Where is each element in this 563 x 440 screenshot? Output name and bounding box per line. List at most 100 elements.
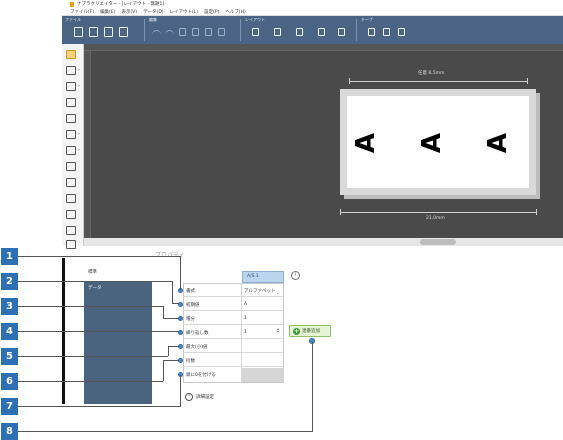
repeat-count-field[interactable]: 1 — [244, 330, 247, 335]
nav-item-standard[interactable]: 標準 — [88, 269, 97, 275]
callout-line — [18, 431, 313, 432]
dimension-line-top — [349, 81, 527, 82]
delete-icon[interactable] — [218, 28, 225, 36]
callout-line — [18, 256, 181, 257]
plus-icon: + — [293, 327, 300, 335]
save-icon[interactable] — [104, 27, 113, 37]
max-min-label: 最大(小)値 — [186, 345, 208, 350]
horizontal-scrollbar[interactable] — [84, 238, 563, 246]
callout-line — [163, 360, 179, 361]
group-icon[interactable] — [318, 28, 325, 36]
barcode-tool-icon[interactable] — [66, 146, 76, 155]
copy-icon[interactable] — [192, 28, 199, 36]
digits-label: 桁数 — [186, 359, 195, 364]
grid-row — [183, 354, 284, 367]
info-icon[interactable]: i — [291, 271, 300, 280]
ribbon-group-edit: 編集 — [146, 16, 240, 44]
tool-palette: › › › › — [62, 44, 84, 249]
text-tool-icon[interactable] — [66, 66, 76, 75]
callout-line — [18, 381, 163, 382]
ribbon-group-file: ファイル — [62, 16, 144, 44]
title-bar: ナブラクリエイター - [レイアウト - 無題1] — [62, 0, 563, 8]
callout-line — [172, 303, 179, 304]
rotate-icon[interactable] — [296, 28, 303, 36]
callout-badge-6: 6 — [1, 373, 18, 390]
initial-value-field[interactable]: A — [244, 302, 247, 307]
ruler-vertical — [84, 51, 91, 238]
table-tool-icon[interactable] — [66, 194, 76, 203]
print-icon[interactable] — [119, 27, 128, 37]
dimension-tick — [340, 209, 341, 215]
numbering-object[interactable]: A — [351, 133, 381, 153]
redo-icon[interactable] — [165, 30, 174, 36]
shape-tool-icon[interactable] — [66, 240, 76, 249]
callout-badge-1: 1 — [1, 248, 18, 265]
property-nav — [84, 262, 152, 404]
callout-line — [18, 331, 179, 332]
undo-icon[interactable] — [152, 30, 161, 36]
tape-length-icon[interactable] — [368, 28, 375, 36]
nav-item-data[interactable]: データ — [88, 285, 102, 291]
dimension-tick — [349, 78, 350, 84]
callout-badge-7: 7 — [1, 398, 18, 415]
increment-field[interactable]: 1 — [244, 316, 247, 321]
repeat-count-label: 繰り返し数 — [186, 331, 209, 336]
spin-stepper-icon[interactable]: ▴ ▾ — [277, 327, 279, 334]
field-tool-icon[interactable] — [66, 226, 76, 235]
frame-tool-icon[interactable] — [66, 130, 76, 139]
open-folder-icon[interactable] — [89, 27, 98, 37]
ruler-horizontal — [84, 44, 563, 51]
increment-label: 増分 — [186, 317, 195, 322]
menu-layout[interactable]: レイアウト(L) — [170, 9, 199, 15]
menu-file[interactable]: ファイル(F) — [70, 9, 94, 15]
qr-tool-icon[interactable] — [66, 162, 76, 171]
paste-icon[interactable] — [205, 28, 212, 36]
callout-badge-8: 8 — [1, 423, 18, 440]
dimension-tick — [527, 78, 528, 84]
dimension-line-bottom — [340, 212, 536, 213]
format-select[interactable]: アルファベット — [244, 288, 275, 294]
chevron-right-icon: › — [78, 67, 80, 73]
advanced-settings-toggle[interactable]: ⌃ 詳細設定 — [185, 393, 214, 401]
select-tool-icon[interactable] — [66, 50, 76, 59]
numbering-tool-icon[interactable] — [66, 210, 76, 219]
leading-zero-label: 頭に0を付ける — [186, 373, 216, 378]
callout-line — [163, 318, 179, 319]
date-tool-icon[interactable] — [66, 178, 76, 187]
ribbon-divider — [240, 19, 241, 41]
chevron-right-icon: › — [78, 131, 80, 137]
menu-help[interactable]: ヘルプ(H) — [225, 9, 245, 15]
chevron-down-icon[interactable]: ⌄ — [276, 290, 279, 295]
numbering-object[interactable]: A — [417, 133, 447, 153]
initial-value-label: 初期値 — [186, 303, 200, 308]
callout-line — [18, 281, 173, 282]
menu-settings[interactable]: 設定(P) — [204, 9, 219, 15]
ribbon-group-layout: レイアウト — [242, 16, 356, 44]
ribbon-toolbar: ファイル 編集 レイアウト テープ — [62, 16, 563, 44]
new-file-icon[interactable] — [74, 27, 83, 37]
cut-icon[interactable] — [179, 28, 186, 36]
line-tool-icon[interactable] — [66, 82, 76, 91]
order-icon[interactable] — [338, 28, 345, 36]
dimension-tick — [536, 209, 537, 215]
callout-line — [163, 360, 164, 381]
ribbon-divider — [356, 19, 357, 41]
callout-line — [163, 306, 164, 318]
menu-view[interactable]: 表示(V) — [121, 9, 137, 15]
menu-edit[interactable]: 編集(E) — [100, 9, 115, 15]
tape-margin-icon[interactable] — [383, 28, 390, 36]
chevron-right-icon: › — [78, 147, 80, 153]
menu-data[interactable]: データ(D) — [143, 9, 163, 15]
distribute-icon[interactable] — [274, 28, 281, 36]
numbering-object[interactable]: A — [483, 133, 513, 153]
add-numbering-button[interactable]: + 連番追加 — [289, 325, 331, 337]
image-tool-icon[interactable] — [66, 98, 76, 107]
property-column-header: A/S 1 — [242, 271, 284, 283]
ribbon-group-label: レイアウト — [245, 17, 265, 22]
tape-cut-icon[interactable] — [398, 28, 405, 36]
callout-line — [18, 406, 181, 407]
align-icon[interactable] — [252, 28, 259, 36]
scrollbar-thumb[interactable] — [420, 239, 456, 245]
chevron-up-icon: ⌃ — [185, 393, 193, 401]
symbol-tool-icon[interactable] — [66, 114, 76, 123]
